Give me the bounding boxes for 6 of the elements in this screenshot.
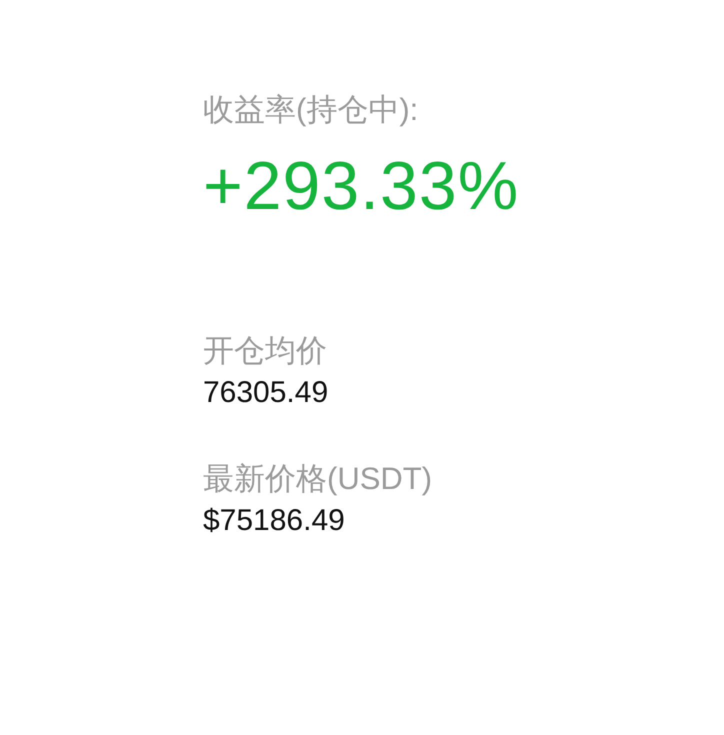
- stat-label: 最新价格(USDT): [203, 460, 434, 498]
- stat-value: $75186.49: [203, 503, 346, 539]
- return-rate-label: 收益率(持仓中):: [203, 91, 420, 129]
- return-rate-value: +293.33%: [203, 147, 520, 226]
- stat-value: 76305.49: [203, 375, 330, 411]
- stat-label: 开仓均价: [203, 332, 328, 370]
